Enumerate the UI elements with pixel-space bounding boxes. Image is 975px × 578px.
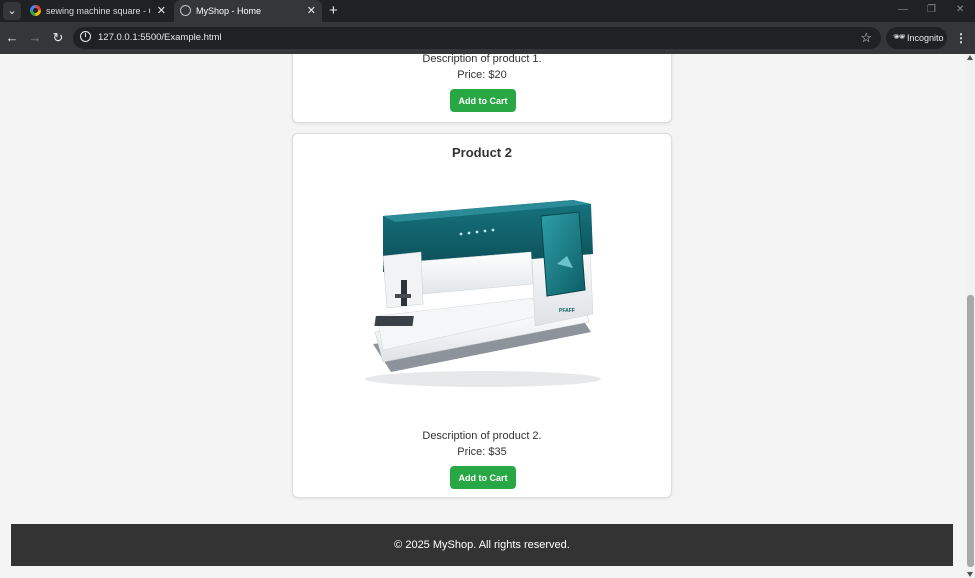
tab-google-search[interactable]: sewing machine square - Goog ✕ bbox=[24, 0, 172, 22]
product-card: Description of product 1. Price: $20 Add… bbox=[292, 54, 672, 123]
incognito-badge[interactable]: 🕶 Incognito bbox=[886, 27, 947, 49]
browser-toolbar: ← → ↻ i 127.0.0.1:5500/Example.html ☆ 🕶 … bbox=[0, 22, 975, 54]
new-tab-button[interactable]: + bbox=[329, 0, 338, 22]
scroll-up-arrow-icon[interactable] bbox=[967, 55, 973, 60]
bookmark-star-icon[interactable]: ☆ bbox=[860, 27, 872, 49]
reload-icon[interactable]: ↻ bbox=[49, 29, 67, 47]
product-price: Price: $35 bbox=[457, 446, 507, 458]
product-title: Product 2 bbox=[452, 145, 512, 160]
incognito-label: Incognito bbox=[907, 33, 944, 43]
tab-title: sewing machine square - Goog bbox=[46, 6, 150, 16]
product-card: Product 2 PFAFF Description of product 2… bbox=[292, 133, 672, 498]
add-to-cart-button[interactable]: Add to Cart bbox=[450, 466, 516, 489]
forward-arrow-icon[interactable]: → bbox=[26, 29, 44, 47]
restore-icon[interactable]: ❐ bbox=[927, 0, 936, 22]
page-viewport: Description of product 1. Price: $20 Add… bbox=[0, 54, 966, 578]
tab-title: MyShop - Home bbox=[196, 6, 262, 16]
scroll-down-arrow-icon[interactable] bbox=[967, 572, 973, 577]
tab-strip: ⌄ sewing machine square - Goog ✕ MyShop … bbox=[0, 0, 975, 22]
close-icon[interactable]: ✕ bbox=[157, 0, 166, 22]
minimize-icon[interactable]: — bbox=[898, 0, 908, 22]
page-scrollbar[interactable] bbox=[966, 54, 975, 578]
tab-myshop-home[interactable]: MyShop - Home ✕ bbox=[174, 0, 322, 22]
browser-menu-icon[interactable]: ⋮ bbox=[954, 29, 968, 47]
sewing-machine-image: PFAFF bbox=[365, 200, 601, 387]
product-description: Description of product 2. bbox=[422, 430, 542, 442]
site-info-icon[interactable]: i bbox=[80, 31, 91, 42]
add-to-cart-button[interactable]: Add to Cart bbox=[450, 89, 516, 112]
google-icon bbox=[30, 5, 41, 16]
svg-text:PFAFF: PFAFF bbox=[559, 308, 575, 314]
close-window-icon[interactable]: ✕ bbox=[956, 0, 964, 22]
product-price: Price: $20 bbox=[457, 69, 507, 81]
copyright-text: © 2025 MyShop. All rights reserved. bbox=[394, 539, 570, 551]
product-description: Description of product 1. bbox=[422, 54, 542, 65]
address-bar[interactable]: i 127.0.0.1:5500/Example.html ☆ bbox=[73, 27, 881, 49]
site-footer: © 2025 MyShop. All rights reserved. bbox=[11, 524, 953, 566]
scroll-thumb[interactable] bbox=[967, 295, 974, 567]
globe-icon bbox=[180, 5, 191, 16]
tab-search-button[interactable]: ⌄ bbox=[3, 2, 21, 20]
back-arrow-icon[interactable]: ← bbox=[3, 29, 21, 47]
close-icon[interactable]: ✕ bbox=[307, 0, 316, 22]
url-text[interactable]: 127.0.0.1:5500/Example.html bbox=[98, 27, 222, 49]
incognito-icon: 🕶 bbox=[893, 32, 906, 43]
